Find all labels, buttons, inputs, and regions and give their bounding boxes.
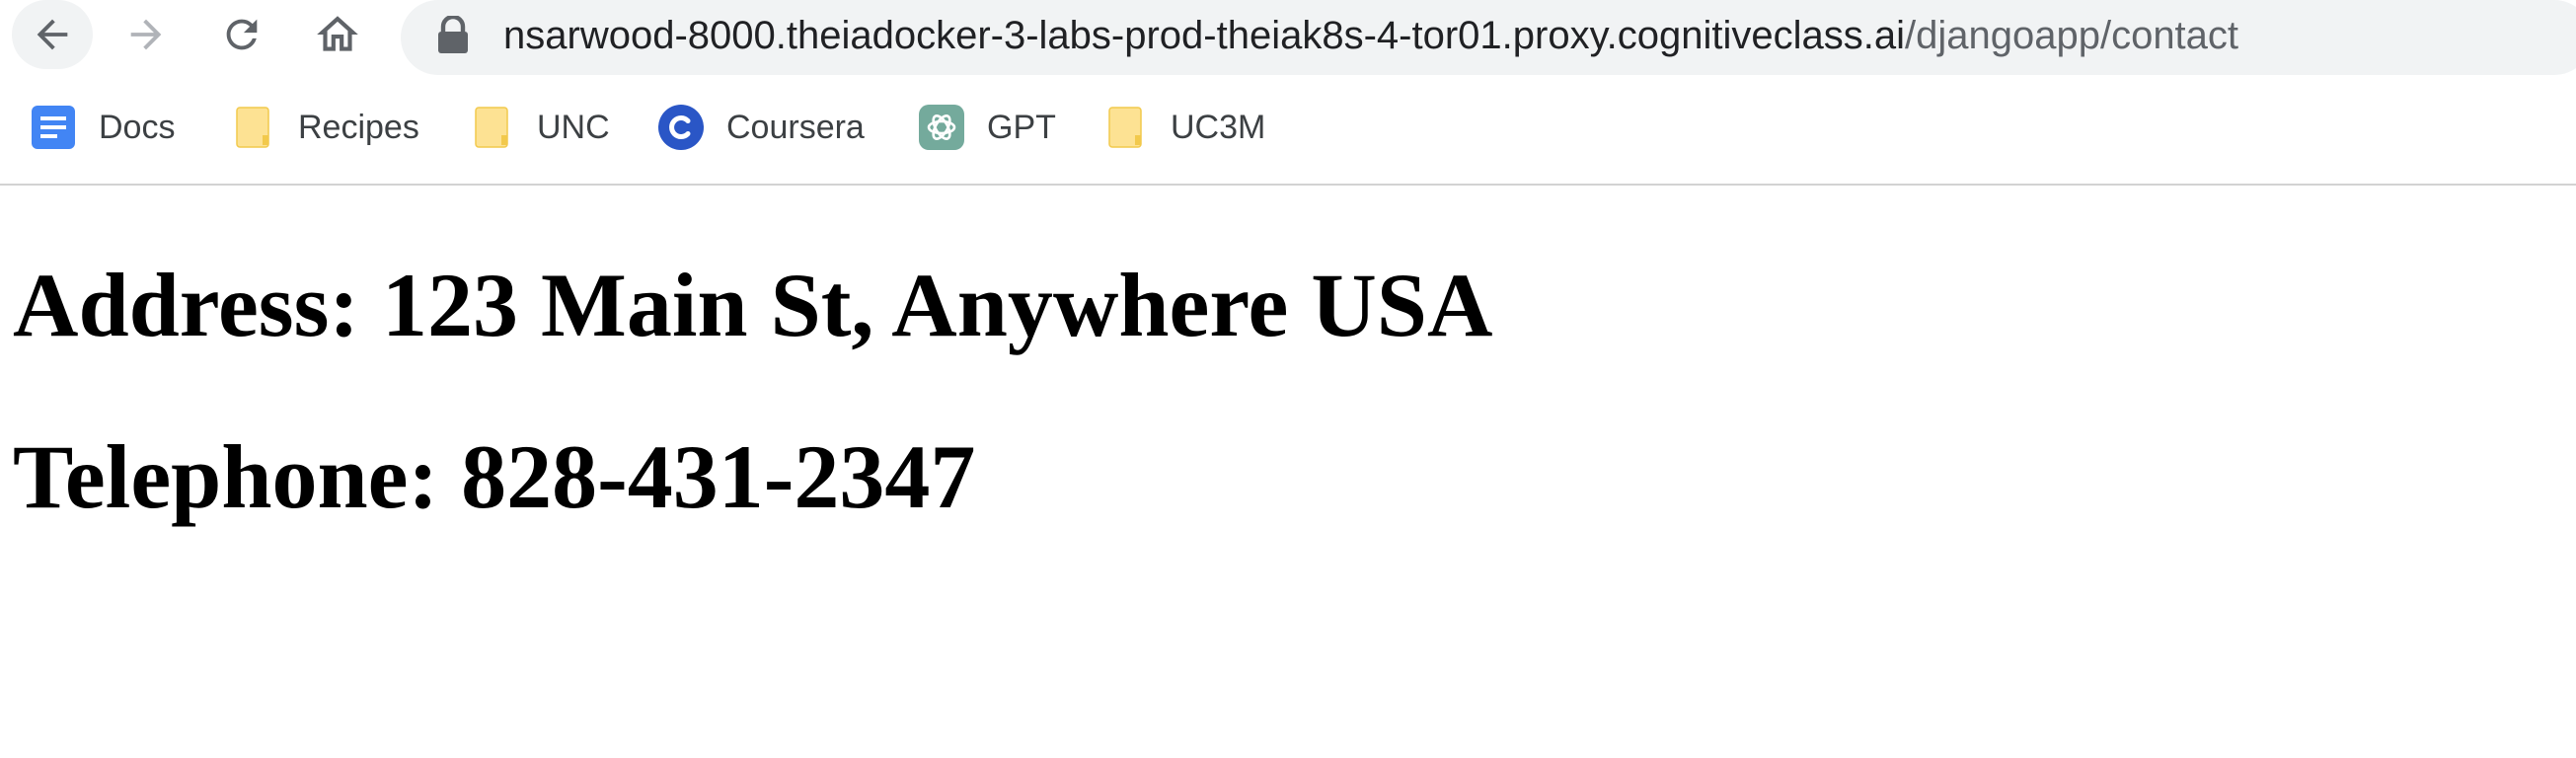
address-heading: Address: 123 Main St, Anywhere USA	[13, 255, 1493, 355]
back-button[interactable]	[12, 0, 93, 69]
bookmarks-bar: Docs Recipes UNC Coursera GPT UC3M	[0, 91, 2576, 164]
bookmark-label: UNC	[537, 108, 610, 146]
bookmark-label: Coursera	[726, 108, 865, 146]
bookmark-gpt[interactable]: GPT	[918, 91, 1056, 164]
folder-icon	[1101, 104, 1149, 151]
bookmark-uc3m[interactable]: UC3M	[1101, 91, 1265, 164]
arrow-right-icon	[123, 12, 169, 57]
lock-icon[interactable]	[436, 14, 470, 55]
bookmark-label: GPT	[987, 108, 1056, 146]
url-text[interactable]: nsarwood-8000.theiadocker-3-labs-prod-th…	[503, 10, 2238, 61]
coursera-icon	[657, 104, 705, 151]
bookmark-coursera[interactable]: Coursera	[657, 91, 865, 164]
url-host: nsarwood-8000.theiadocker-3-labs-prod-th…	[503, 14, 1905, 57]
page-content: Address: 123 Main St, Anywhere USA Telep…	[0, 186, 2576, 758]
bookmark-docs[interactable]: Docs	[30, 91, 175, 164]
forward-button[interactable]	[107, 0, 186, 69]
google-docs-icon	[30, 104, 77, 151]
reload-icon	[219, 12, 265, 57]
url-path: /djangoapp/contact	[1904, 14, 2239, 57]
bookmark-label: Recipes	[298, 108, 419, 146]
address-bar[interactable]: nsarwood-8000.theiadocker-3-labs-prod-th…	[401, 0, 2576, 75]
home-button[interactable]	[298, 0, 377, 69]
arrow-left-icon	[30, 12, 75, 57]
bookmark-unc[interactable]: UNC	[468, 91, 610, 164]
telephone-heading: Telephone: 828-431-2347	[13, 426, 976, 527]
browser-toolbar: nsarwood-8000.theiadocker-3-labs-prod-th…	[0, 0, 2576, 75]
reload-button[interactable]	[202, 0, 281, 69]
home-icon	[313, 10, 362, 59]
openai-icon	[918, 104, 965, 151]
bookmark-label: UC3M	[1171, 108, 1266, 146]
bookmark-recipes[interactable]: Recipes	[229, 91, 419, 164]
bookmark-label: Docs	[99, 108, 176, 146]
folder-icon	[229, 104, 276, 151]
folder-icon	[468, 104, 515, 151]
